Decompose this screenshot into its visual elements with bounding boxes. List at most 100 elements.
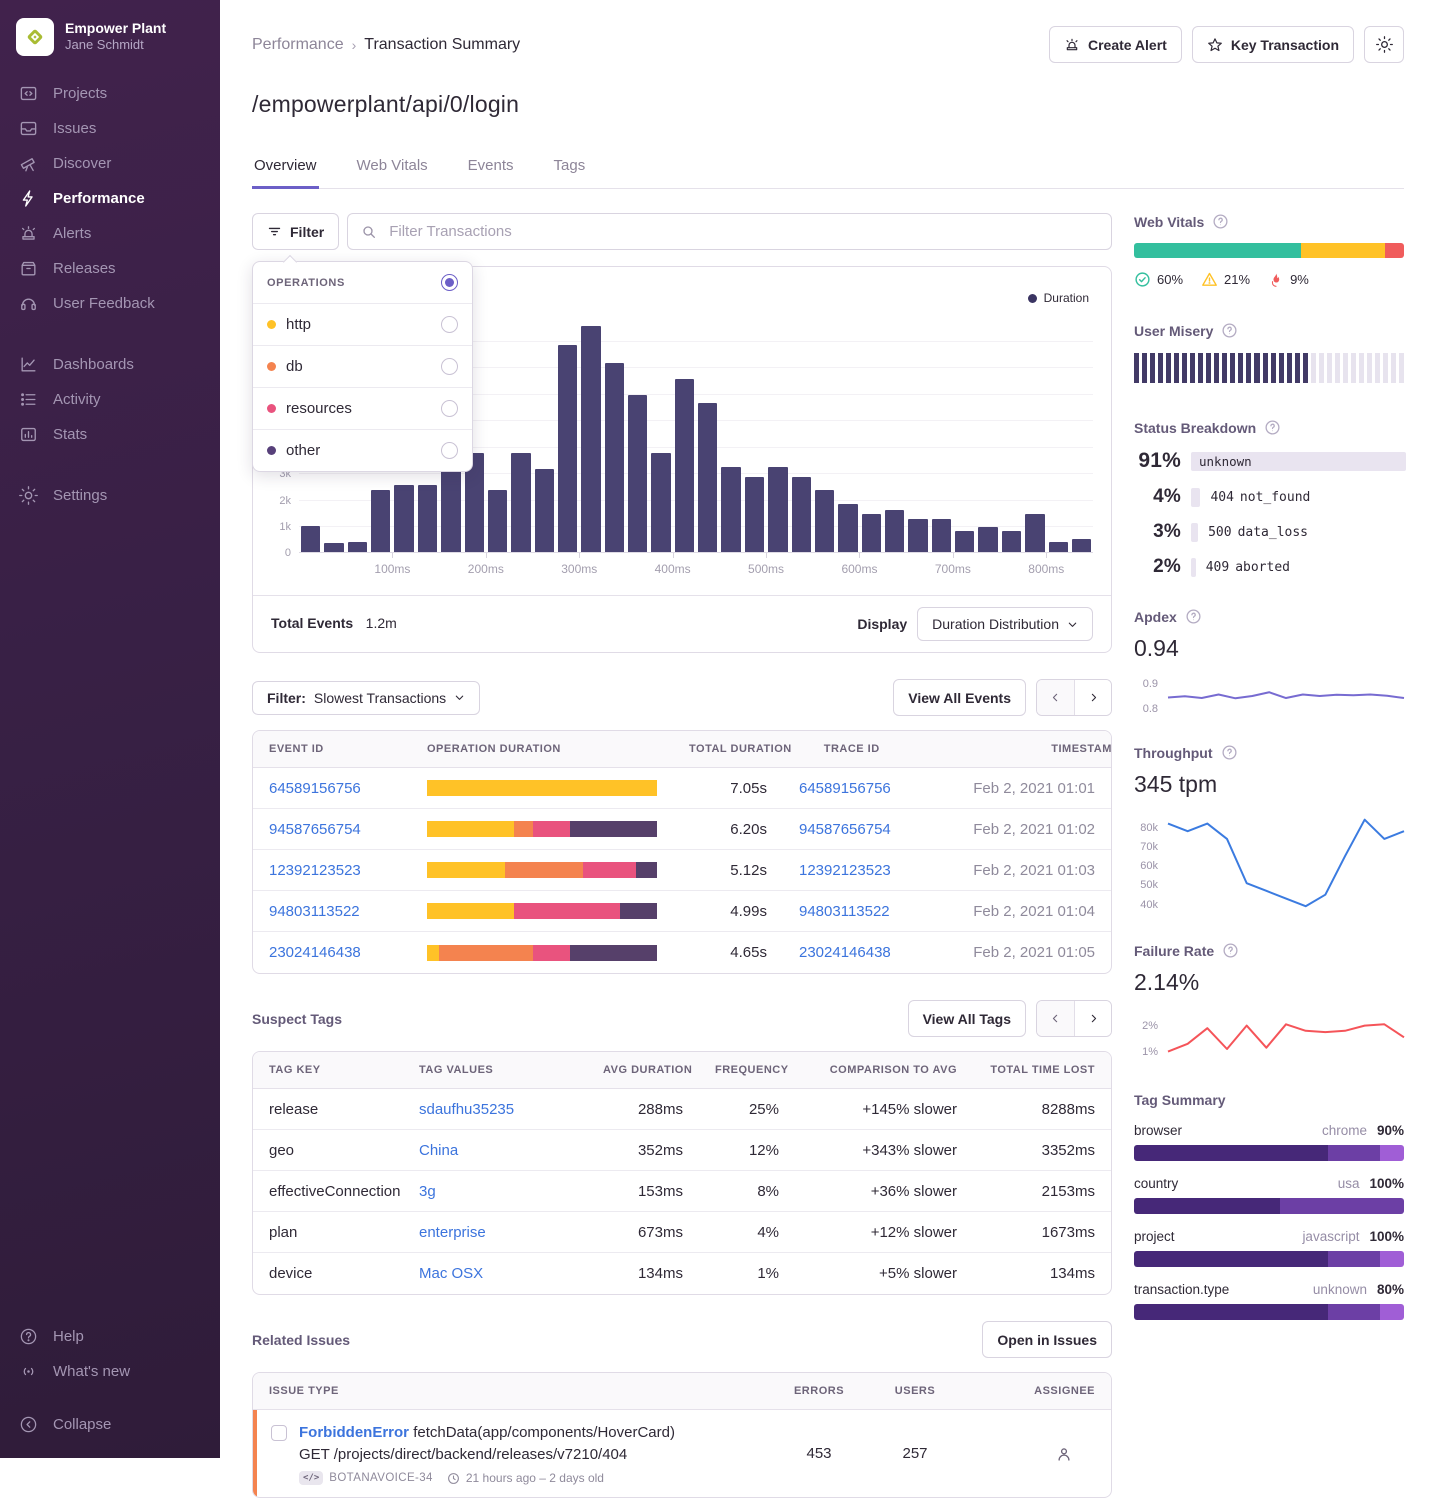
tab-overview[interactable]: Overview: [252, 157, 319, 189]
sidebar-item-collapse[interactable]: Collapse: [0, 1407, 220, 1442]
sidebar-item-performance[interactable]: Performance: [0, 181, 220, 216]
histogram-bar[interactable]: [1072, 539, 1091, 554]
org-switcher[interactable]: Empower Plant Jane Schmidt: [0, 14, 220, 76]
sidebar-item-stats[interactable]: Stats: [0, 417, 220, 452]
histogram-bar[interactable]: [301, 526, 320, 554]
sidebar-item-discover[interactable]: Discover: [0, 146, 220, 181]
question-icon[interactable]: [1221, 744, 1238, 761]
histogram-bar[interactable]: [745, 477, 764, 554]
sidebar-item-settings[interactable]: Settings: [0, 478, 220, 513]
assignee-button[interactable]: [963, 1437, 1111, 1471]
event-id-link[interactable]: 94587656754: [253, 813, 411, 846]
histogram-bar[interactable]: [908, 519, 927, 553]
histogram-bar[interactable]: [605, 363, 624, 553]
event-id-link[interactable]: 64589156756: [253, 772, 411, 805]
other-radio[interactable]: [441, 442, 458, 459]
histogram-bar[interactable]: [371, 490, 390, 553]
operations-all-radio[interactable]: [441, 274, 458, 291]
histogram-bar[interactable]: [838, 504, 857, 553]
histogram-bar[interactable]: [1002, 531, 1021, 553]
resources-radio[interactable]: [441, 400, 458, 417]
prev-page-button[interactable]: [1037, 1001, 1074, 1036]
open-in-issues-button[interactable]: Open in Issues: [982, 1321, 1112, 1358]
next-page-button[interactable]: [1074, 680, 1111, 715]
histogram-bar[interactable]: [768, 467, 787, 553]
issue-checkbox[interactable]: [271, 1425, 287, 1441]
histogram-bar[interactable]: [978, 527, 997, 553]
histogram-bar[interactable]: [862, 514, 881, 554]
histogram-bar[interactable]: [815, 490, 834, 553]
sidebar-item-dashboards[interactable]: Dashboards: [0, 347, 220, 382]
create-alert-button[interactable]: Create Alert: [1049, 26, 1182, 63]
next-page-button[interactable]: [1074, 1001, 1111, 1036]
settings-button[interactable]: [1364, 26, 1404, 63]
tag-value-link[interactable]: China: [403, 1134, 587, 1167]
histogram-bar[interactable]: [511, 453, 530, 553]
http-radio[interactable]: [441, 316, 458, 333]
tag-value-link[interactable]: sdaufhu35235: [403, 1093, 587, 1126]
chart-legend[interactable]: Duration: [1028, 291, 1089, 305]
question-icon[interactable]: [1222, 942, 1239, 959]
tag-value-link[interactable]: Mac OSX: [403, 1257, 587, 1290]
display-select[interactable]: Duration Distribution: [917, 607, 1093, 641]
tag-value-link[interactable]: enterprise: [403, 1216, 587, 1249]
histogram-bar[interactable]: [792, 477, 811, 554]
view-all-tags-button[interactable]: View All Tags: [908, 1000, 1026, 1037]
trace-id-link[interactable]: 23024146438: [783, 936, 933, 969]
histogram-bar[interactable]: [651, 453, 670, 553]
tag-value-link[interactable]: 3g: [403, 1175, 587, 1208]
event-id-link[interactable]: 94803113522: [253, 895, 411, 928]
operation-option-other[interactable]: other: [253, 429, 472, 471]
project-badge[interactable]: </> BOTANAVOICE-34: [299, 1471, 433, 1485]
sidebar-item-alerts[interactable]: Alerts: [0, 216, 220, 251]
question-icon[interactable]: [1185, 608, 1202, 625]
histogram-bar[interactable]: [675, 379, 694, 554]
key-transaction-button[interactable]: Key Transaction: [1192, 26, 1354, 63]
operations-dropdown-header[interactable]: OPERATIONS: [253, 262, 472, 303]
question-icon[interactable]: [1212, 213, 1229, 230]
operation-option-http[interactable]: http: [253, 303, 472, 345]
histogram-bar[interactable]: [1025, 514, 1044, 554]
breadcrumb-performance[interactable]: Performance: [252, 36, 344, 54]
trace-id-link[interactable]: 94587656754: [783, 813, 933, 846]
sidebar-item-whats-new[interactable]: What's new: [0, 1354, 220, 1389]
operation-option-resources[interactable]: resources: [253, 387, 472, 429]
prev-page-button[interactable]: [1037, 680, 1074, 715]
sidebar-item-projects[interactable]: Projects: [0, 76, 220, 111]
question-icon[interactable]: [1221, 322, 1238, 339]
histogram-bar[interactable]: [394, 485, 413, 554]
histogram-bar[interactable]: [885, 510, 904, 554]
tab-events[interactable]: Events: [466, 157, 516, 189]
question-icon[interactable]: [1264, 419, 1281, 436]
sidebar-item-activity[interactable]: Activity: [0, 382, 220, 417]
histogram-bar[interactable]: [441, 471, 460, 553]
search-input[interactable]: [387, 222, 1098, 241]
trace-id-link[interactable]: 94803113522: [783, 895, 933, 928]
histogram-bar[interactable]: [558, 345, 577, 554]
sidebar-item-help[interactable]: Help: [0, 1319, 220, 1354]
histogram-bar[interactable]: [535, 469, 554, 554]
event-id-link[interactable]: 23024146438: [253, 936, 411, 969]
operation-option-db[interactable]: db: [253, 345, 472, 387]
view-all-events-button[interactable]: View All Events: [893, 679, 1026, 716]
tab-web-vitals[interactable]: Web Vitals: [355, 157, 430, 189]
histogram-bar[interactable]: [488, 490, 507, 553]
db-radio[interactable]: [441, 358, 458, 375]
histogram-bar[interactable]: [698, 403, 717, 554]
histogram-bar[interactable]: [628, 395, 647, 554]
trace-id-link[interactable]: 64589156756: [783, 772, 933, 805]
histogram-bar[interactable]: [418, 485, 437, 554]
histogram-bar[interactable]: [932, 519, 951, 553]
histogram-bar[interactable]: [955, 531, 974, 553]
events-filter-select[interactable]: Filter: Slowest Transactions: [252, 681, 480, 715]
tab-tags[interactable]: Tags: [552, 157, 588, 189]
histogram-bar[interactable]: [721, 467, 740, 553]
sidebar-item-releases[interactable]: Releases: [0, 251, 220, 286]
event-id-link[interactable]: 12392123523: [253, 854, 411, 887]
filter-button[interactable]: Filter: [252, 213, 339, 250]
histogram-bar[interactable]: [581, 326, 600, 553]
sidebar-item-issues[interactable]: Issues: [0, 111, 220, 146]
trace-id-link[interactable]: 12392123523: [783, 854, 933, 887]
issue-type-link[interactable]: ForbiddenError: [299, 1424, 409, 1441]
sidebar-item-user-feedback[interactable]: User Feedback: [0, 286, 220, 321]
